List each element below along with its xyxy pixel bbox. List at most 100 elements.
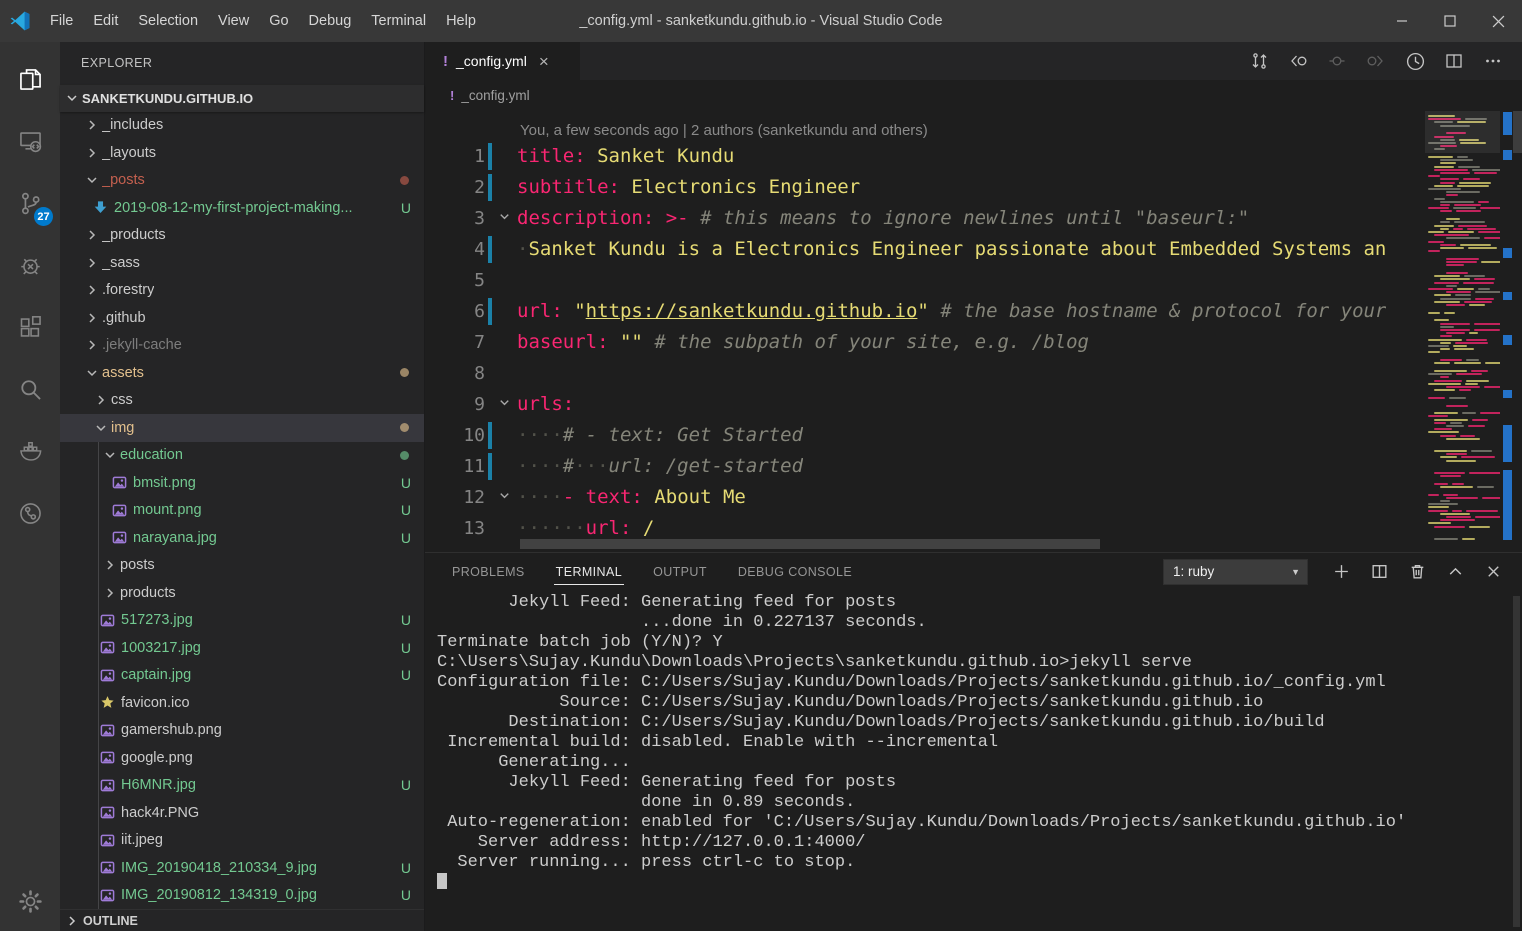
breadcrumb-item[interactable]: _config.yml <box>461 88 529 103</box>
chevron-right-icon <box>84 145 100 161</box>
code-line-12[interactable]: 12····- text: About Me <box>425 482 1522 513</box>
next-change-icon[interactable] <box>1361 46 1391 76</box>
panel-tab-problems[interactable]: PROBLEMS <box>450 559 527 585</box>
tree-item-1003217-jpg[interactable]: 1003217.jpgU <box>60 634 424 662</box>
inline-change-icon[interactable] <box>1322 46 1352 76</box>
editor-horizontal-scrollbar[interactable] <box>520 539 1100 549</box>
code-line-1[interactable]: 1title: Sanket Kundu <box>425 141 1522 172</box>
source-control-icon[interactable]: 27 <box>0 172 60 234</box>
code-line-6[interactable]: 6url: "https://sanketkundu.github.io" # … <box>425 296 1522 327</box>
code-line-2[interactable]: 2subtitle: Electronics Engineer <box>425 172 1522 203</box>
tree-item-css[interactable]: css <box>60 387 424 415</box>
minimap[interactable] <box>1425 111 1500 552</box>
tab-config-yml[interactable]: ! _config.yml × <box>425 42 580 80</box>
menu-edit[interactable]: Edit <box>83 0 128 42</box>
tree-item-google-png[interactable]: google.png <box>60 744 424 772</box>
previous-change-icon[interactable] <box>1283 46 1313 76</box>
maximize-button[interactable] <box>1426 0 1474 42</box>
tree-item--posts[interactable]: _posts <box>60 167 424 195</box>
tree-item-517273-jpg[interactable]: 517273.jpgU <box>60 607 424 635</box>
tree-item-favicon-ico[interactable]: favicon.ico <box>60 689 424 717</box>
menu-go[interactable]: Go <box>259 0 298 42</box>
tree-item--layouts[interactable]: _layouts <box>60 139 424 167</box>
gitlens-icon[interactable] <box>0 482 60 544</box>
tree-item-label: .forestry <box>102 282 154 298</box>
tree-item--products[interactable]: _products <box>60 222 424 250</box>
tree-item-narayana-jpg[interactable]: narayana.jpgU <box>60 524 424 552</box>
tree-item-h6mnr-jpg[interactable]: H6MNR.jpgU <box>60 772 424 800</box>
close-panel-icon[interactable] <box>1478 557 1508 587</box>
tree-item--github[interactable]: .github <box>60 304 424 332</box>
code-line-11[interactable]: 11····#···url: /get-started <box>425 451 1522 482</box>
menu-help[interactable]: Help <box>436 0 486 42</box>
tree-item--sass[interactable]: _sass <box>60 249 424 277</box>
code-line-7[interactable]: 7baseurl: "" # the subpath of your site,… <box>425 327 1522 358</box>
explorer-icon[interactable] <box>0 48 60 110</box>
settings-gear-icon[interactable] <box>0 877 60 925</box>
code-text: description: >- # this means to ignore n… <box>517 203 1249 234</box>
tree-item-mount-png[interactable]: mount.pngU <box>60 497 424 525</box>
tree-root-folder[interactable]: SANKETKUNDU.GITHUB.IO <box>60 85 424 112</box>
terminal-select[interactable]: 1: ruby ▼ <box>1163 559 1308 585</box>
code-text: ·Sanket Kundu is a Electronics Engineer … <box>517 234 1386 265</box>
code-line-5[interactable]: 5 <box>425 265 1522 296</box>
more-actions-icon[interactable] <box>1478 46 1508 76</box>
menu-selection[interactable]: Selection <box>128 0 208 42</box>
search-icon[interactable] <box>0 358 60 420</box>
outline-section-header[interactable]: OUTLINE <box>60 909 424 931</box>
vscode-logo-icon <box>0 10 40 32</box>
open-changes-icon[interactable] <box>1244 46 1274 76</box>
split-editor-icon[interactable] <box>1439 46 1469 76</box>
tree-item-iit-jpeg[interactable]: iit.jpeg <box>60 827 424 855</box>
tree-item-products[interactable]: products <box>60 579 424 607</box>
tree-item-img-20190418-210334-9-jpg[interactable]: IMG_20190418_210334_9.jpgU <box>60 854 424 882</box>
tree-item-img[interactable]: img <box>60 414 424 442</box>
debug-icon[interactable] <box>0 234 60 296</box>
remote-explorer-icon[interactable] <box>0 110 60 172</box>
tree-item-education[interactable]: education <box>60 442 424 470</box>
tree-item-assets[interactable]: assets <box>60 359 424 387</box>
code-line-8[interactable]: 8 <box>425 358 1522 389</box>
editor-vertical-scrollbar[interactable] <box>1513 111 1522 153</box>
terminal-scrollbar[interactable] <box>1513 596 1520 927</box>
panel-tab-debug-console[interactable]: DEBUG CONSOLE <box>736 559 854 585</box>
tree-item-bmsit-png[interactable]: bmsit.pngU <box>60 469 424 497</box>
fold-chevron-icon <box>497 395 512 415</box>
maximize-panel-icon[interactable] <box>1440 557 1470 587</box>
tree-item-hack4r-png[interactable]: hack4r.PNG <box>60 799 424 827</box>
close-button[interactable] <box>1474 0 1522 42</box>
code-line-3[interactable]: 3description: >- # this means to ignore … <box>425 203 1522 234</box>
new-terminal-icon[interactable] <box>1326 557 1356 587</box>
docker-icon[interactable] <box>0 420 60 482</box>
tree-item--jekyll-cache[interactable]: .jekyll-cache <box>60 332 424 360</box>
terminal-output[interactable]: Jekyll Feed: Generating feed for posts .… <box>425 590 1522 931</box>
kill-terminal-icon[interactable] <box>1402 557 1432 587</box>
chevron-right-icon <box>84 282 100 298</box>
panel-tab-terminal[interactable]: TERMINAL <box>554 559 624 585</box>
menu-terminal[interactable]: Terminal <box>361 0 436 42</box>
breadcrumb[interactable]: ! _config.yml <box>425 80 1522 111</box>
tree-item--forestry[interactable]: .forestry <box>60 277 424 305</box>
code-line-9[interactable]: 9urls: <box>425 389 1522 420</box>
terminal-line: Server running... press ctrl-c to stop. <box>437 853 1522 873</box>
file-history-icon[interactable] <box>1400 46 1430 76</box>
tree-item-gamershub-png[interactable]: gamershub.png <box>60 717 424 745</box>
source-control-badge: 27 <box>34 207 53 226</box>
panel-tab-output[interactable]: OUTPUT <box>651 559 709 585</box>
tree-item--includes[interactable]: _includes <box>60 112 424 140</box>
split-terminal-icon[interactable] <box>1364 557 1394 587</box>
tree-item-label: assets <box>102 365 144 381</box>
tab-close-icon[interactable]: × <box>539 53 549 70</box>
code-line-4[interactable]: 4·Sanket Kundu is a Electronics Engineer… <box>425 234 1522 265</box>
extensions-icon[interactable] <box>0 296 60 358</box>
minimize-button[interactable] <box>1378 0 1426 42</box>
tree-item-img-20190812-134319-0-jpg[interactable]: IMG_20190812_134319_0.jpgU <box>60 882 424 910</box>
tree-item-captain-jpg[interactable]: captain.jpgU <box>60 662 424 690</box>
code-editor[interactable]: You, a few seconds ago | 2 authors (sank… <box>425 111 1522 552</box>
tree-item-posts[interactable]: posts <box>60 552 424 580</box>
menu-debug[interactable]: Debug <box>299 0 362 42</box>
code-line-10[interactable]: 10····# - text: Get Started <box>425 420 1522 451</box>
menu-file[interactable]: File <box>40 0 83 42</box>
tree-item-2019-08-12-my-first-project-making-[interactable]: 2019-08-12-my-first-project-making...U <box>60 194 424 222</box>
menu-view[interactable]: View <box>208 0 259 42</box>
